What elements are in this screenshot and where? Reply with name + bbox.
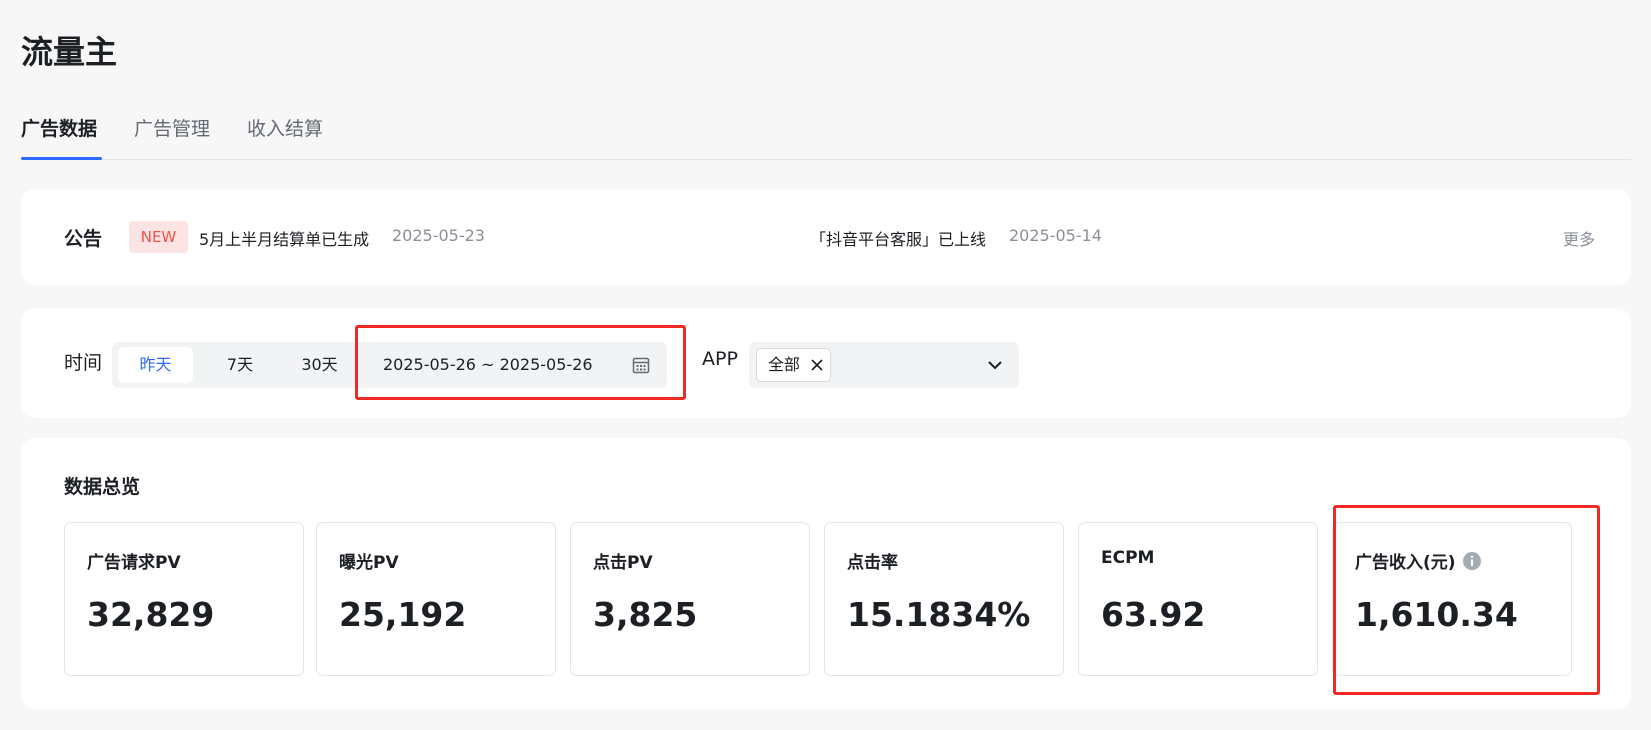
time-range-selector: 昨天 7天 30天 xyxy=(112,342,375,388)
tab-revenue-settlement[interactable]: 收入结算 xyxy=(247,114,323,141)
announcement-label: 公告 xyxy=(64,228,103,250)
metric-label: 广告收入(元) xyxy=(1355,548,1482,573)
range-30-days[interactable]: 30天 xyxy=(282,347,357,383)
range-7-days[interactable]: 7天 xyxy=(206,347,274,383)
metric-value: 32,829 xyxy=(87,595,215,634)
metric-label: 广告请求PV xyxy=(87,553,181,573)
metric-card: 广告收入(元) 1,610.34 xyxy=(1332,522,1572,676)
info-icon[interactable] xyxy=(1462,551,1482,571)
close-icon[interactable] xyxy=(810,358,824,372)
data-overview-card: 数据总览 广告请求PV 32,829 曝光PV 25,192 点击PV 3,82… xyxy=(21,438,1631,709)
metric-value: 1,610.34 xyxy=(1355,595,1518,634)
tab-bar: 广告数据 广告管理 收入结算 xyxy=(21,110,1631,160)
metric-value: 63.92 xyxy=(1101,595,1206,634)
metric-label: ECPM xyxy=(1101,548,1155,568)
app-tag: 全部 xyxy=(756,348,832,382)
section-title: 数据总览 xyxy=(64,476,141,498)
metric-card: 点击PV 3,825 xyxy=(570,522,810,676)
announcement-date: 2025-05-14 xyxy=(1009,226,1102,245)
page: 流量主 广告数据 广告管理 收入结算 公告 NEW 5月上半月结算单已生成 20… xyxy=(0,0,1651,730)
metric-value: 25,192 xyxy=(339,595,467,634)
range-yesterday[interactable]: 昨天 xyxy=(118,347,193,383)
date-range-picker[interactable]: 2025-05-26 ~ 2025-05-26 xyxy=(367,342,667,388)
app-label: APP xyxy=(702,348,738,370)
metric-value: 3,825 xyxy=(593,595,698,634)
announcement-link[interactable]: 「抖音平台客服」已上线 xyxy=(810,226,986,250)
metric-label: 曝光PV xyxy=(339,553,399,573)
new-badge: NEW xyxy=(129,221,188,253)
app-tag-label: 全部 xyxy=(768,355,801,374)
chevron-down-icon xyxy=(988,361,1002,370)
metric-label: 点击PV xyxy=(593,553,653,573)
app-select[interactable]: 全部 xyxy=(749,342,1019,388)
time-label: 时间 xyxy=(64,352,103,374)
metric-card: 点击率 15.1834% xyxy=(824,522,1064,676)
tab-ad-management[interactable]: 广告管理 xyxy=(134,114,210,141)
tab-ad-data[interactable]: 广告数据 xyxy=(21,114,97,141)
metric-card: 曝光PV 25,192 xyxy=(316,522,556,676)
calendar-icon xyxy=(632,357,650,374)
more-link[interactable]: 更多 xyxy=(1563,226,1595,250)
announcement-link[interactable]: 5月上半月结算单已生成 xyxy=(199,226,369,250)
announcement-date: 2025-05-23 xyxy=(392,226,485,245)
metric-label: 点击率 xyxy=(847,553,898,573)
date-range-value: 2025-05-26 ~ 2025-05-26 xyxy=(383,355,593,374)
metric-card: 广告请求PV 32,829 xyxy=(64,522,304,676)
filter-card: 时间 昨天 7天 30天 2025-05-26 ~ 2025-05-26 APP xyxy=(21,308,1631,418)
active-tab-indicator xyxy=(21,157,102,160)
announcement-card: 公告 NEW 5月上半月结算单已生成 2025-05-23 「抖音平台客服」已上… xyxy=(21,189,1631,285)
metric-card: ECPM 63.92 xyxy=(1078,522,1318,676)
metric-value: 15.1834% xyxy=(847,595,1031,634)
page-title: 流量主 xyxy=(21,33,118,71)
